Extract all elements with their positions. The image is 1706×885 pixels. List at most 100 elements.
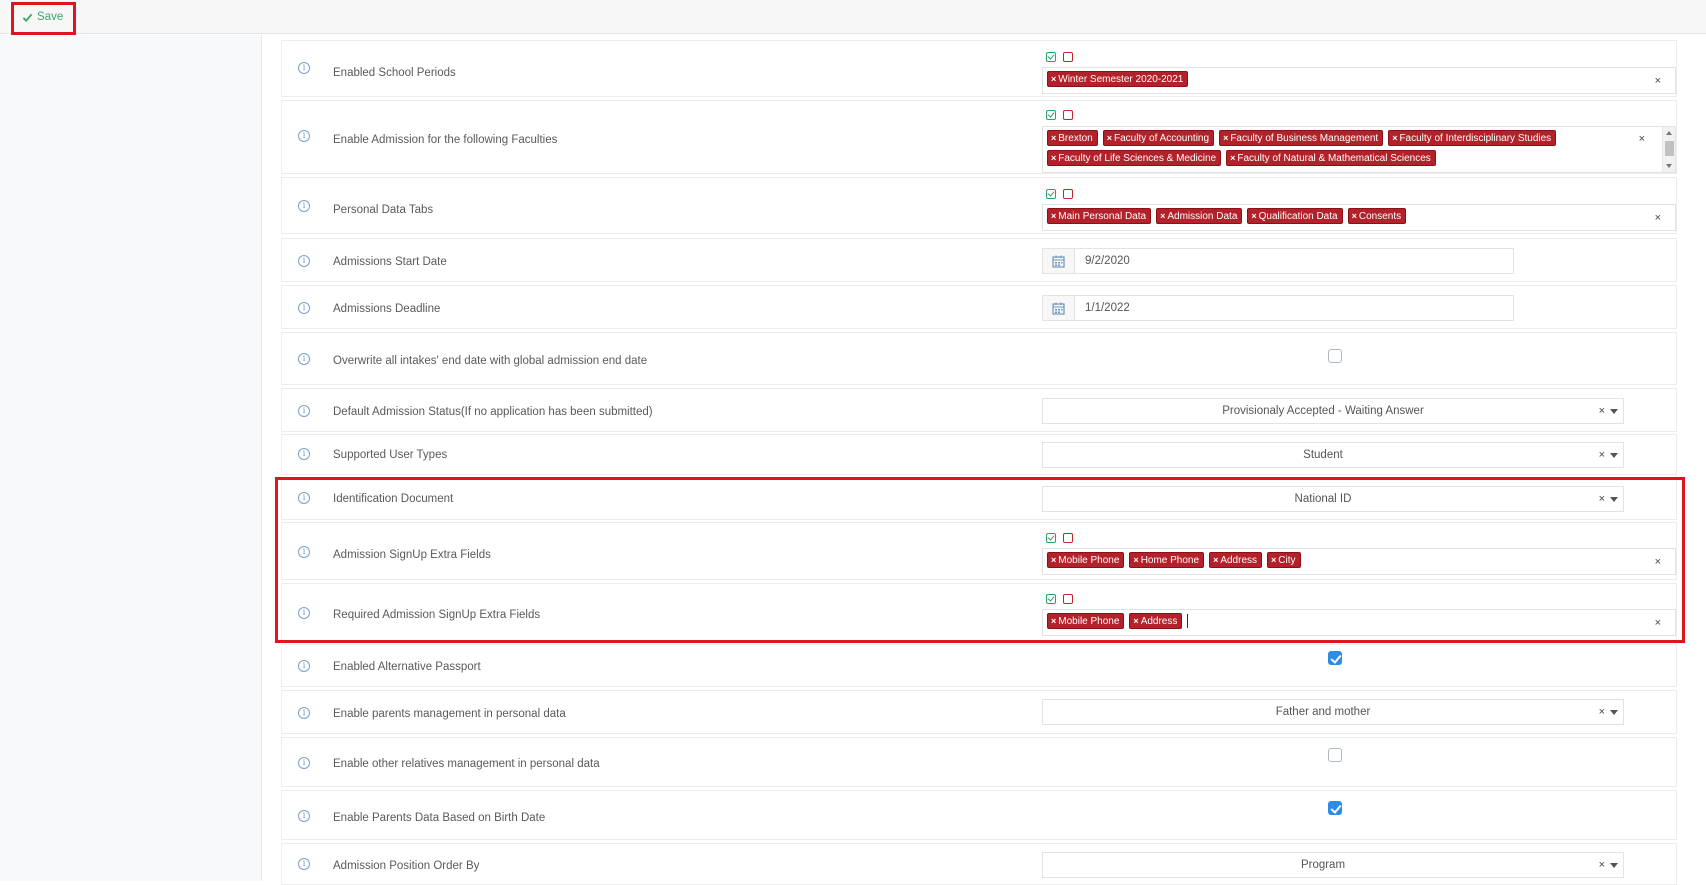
selected-value: Father and mother <box>1275 706 1371 718</box>
info-icon[interactable]: i <box>298 62 310 74</box>
remove-tag-icon[interactable]: × <box>1160 211 1165 221</box>
clear-icon[interactable]: × <box>1655 212 1661 224</box>
select-tools <box>1046 110 1073 120</box>
remove-tag-icon[interactable]: × <box>1251 211 1256 221</box>
chevron-down-icon[interactable] <box>1610 710 1618 715</box>
row-overwrite-end-date: i Overwrite all intakes' end date with g… <box>281 332 1677 385</box>
chevron-down-icon[interactable] <box>1610 863 1618 868</box>
selected-value: Student <box>1303 449 1343 461</box>
alt-passport-checkbox[interactable] <box>1328 651 1342 665</box>
highlight-box <box>275 477 1685 643</box>
setting-label: Default Admission Status(If no applicati… <box>333 406 653 418</box>
info-icon[interactable]: i <box>298 130 310 142</box>
tag[interactable]: × Qualification Data <box>1247 208 1343 224</box>
deselect-all-icon[interactable] <box>1063 52 1073 62</box>
top-toolbar: Save <box>0 0 1706 34</box>
row-faculties: i Enable Admission for the following Fac… <box>281 100 1677 174</box>
setting-label: Enabled School Periods <box>333 67 456 79</box>
info-icon[interactable]: i <box>298 660 310 672</box>
tag[interactable]: × Faculty of Natural & Mathematical Scien… <box>1226 150 1436 166</box>
tag[interactable]: × Winter Semester 2020-2021 <box>1047 71 1189 87</box>
info-icon[interactable]: i <box>298 302 310 314</box>
setting-label: Enable parents management in personal da… <box>333 708 566 720</box>
chevron-down-icon[interactable] <box>1610 409 1618 414</box>
info-icon[interactable]: i <box>298 353 310 365</box>
row-position-order: i Admission Position Order By Program × <box>281 843 1677 885</box>
clear-icon[interactable]: × <box>1655 75 1661 87</box>
user-types-select[interactable]: Student × <box>1042 442 1624 468</box>
remove-tag-icon[interactable]: × <box>1051 211 1056 221</box>
tag-list: × Winter Semester 2020-2021 <box>1047 71 1607 87</box>
remove-tag-icon[interactable]: × <box>1051 74 1056 84</box>
tag[interactable]: × Admission Data <box>1156 208 1243 224</box>
relatives-checkbox[interactable] <box>1328 748 1342 762</box>
clear-icon[interactable]: × <box>1599 405 1605 417</box>
remove-tag-icon[interactable]: × <box>1107 133 1112 143</box>
date-value: 9/2/2020 <box>1085 255 1130 267</box>
row-school-periods: i Enabled School Periods × Winter Semeste… <box>281 40 1677 97</box>
scroll-thumb[interactable] <box>1665 141 1674 156</box>
faculties-multiselect[interactable]: × Brexton × Faculty of Accounting × Faculty… <box>1042 126 1676 173</box>
row-personal-data-tabs: i Personal Data Tabs × Main Personal Data… <box>281 177 1677 234</box>
clear-icon[interactable]: × <box>1599 706 1605 718</box>
remove-tag-icon[interactable]: × <box>1223 133 1228 143</box>
clear-icon[interactable]: × <box>1599 449 1605 461</box>
info-icon[interactable]: i <box>298 707 310 719</box>
selected-value: Program <box>1300 859 1346 871</box>
tag[interactable]: × Faculty of Life Sciences & Medicine <box>1047 150 1222 166</box>
calendar-icon[interactable] <box>1043 249 1075 273</box>
date-value: 1/1/2022 <box>1085 302 1130 314</box>
tag[interactable]: × Main Personal Data <box>1047 208 1152 224</box>
deselect-all-icon[interactable] <box>1063 110 1073 120</box>
row-start-date: i Admissions Start Date 9/2/2020 <box>281 238 1677 282</box>
setting-label: Enable Parents Data Based on Birth Date <box>333 812 546 824</box>
deadline-input[interactable]: 1/1/2022 <box>1042 295 1514 321</box>
deselect-all-icon[interactable] <box>1063 189 1073 199</box>
parents-birth-checkbox[interactable] <box>1328 801 1342 815</box>
chevron-down-icon[interactable] <box>1610 453 1618 458</box>
remove-tag-icon[interactable]: × <box>1051 133 1056 143</box>
remove-tag-icon[interactable]: × <box>1392 133 1397 143</box>
setting-label: Supported User Types <box>333 449 448 461</box>
row-default-status: i Default Admission Status(If no applica… <box>281 388 1677 432</box>
info-icon[interactable]: i <box>298 255 310 267</box>
tag[interactable]: × Faculty of Interdisciplinary Studies <box>1388 130 1557 146</box>
row-parents-birth-date: i Enable Parents Data Based on Birth Dat… <box>281 790 1677 840</box>
info-icon[interactable]: i <box>298 200 310 212</box>
setting-label: Personal Data Tabs <box>333 204 434 216</box>
info-icon[interactable]: i <box>298 810 310 822</box>
scroll-up-icon[interactable] <box>1666 131 1672 135</box>
select-all-icon[interactable] <box>1046 52 1056 62</box>
scrollbar[interactable] <box>1662 127 1675 172</box>
scroll-down-icon[interactable] <box>1666 164 1672 168</box>
parents-management-select[interactable]: Father and mother × <box>1042 699 1624 725</box>
default-status-select[interactable]: Provisionaly Accepted - Waiting Answer × <box>1042 398 1624 424</box>
position-order-select[interactable]: Program × <box>1042 852 1624 878</box>
info-icon[interactable]: i <box>298 448 310 460</box>
calendar-icon[interactable] <box>1043 296 1075 320</box>
start-date-input[interactable]: 9/2/2020 <box>1042 248 1514 274</box>
info-icon[interactable]: i <box>298 858 310 870</box>
selected-value: Provisionaly Accepted - Waiting Answer <box>1222 405 1424 417</box>
select-all-icon[interactable] <box>1046 189 1056 199</box>
overwrite-checkbox[interactable] <box>1328 349 1342 363</box>
clear-icon[interactable]: × <box>1599 859 1605 871</box>
tag[interactable]: × Consents <box>1347 208 1407 224</box>
setting-label: Enable Admission for the following Facul… <box>333 134 558 146</box>
tag[interactable]: × Brexton <box>1047 130 1098 146</box>
clear-icon[interactable]: × <box>1639 133 1645 145</box>
info-icon[interactable]: i <box>298 757 310 769</box>
info-icon[interactable]: i <box>298 405 310 417</box>
row-alternative-passport: i Enabled Alternative Passport <box>281 644 1677 687</box>
remove-tag-icon[interactable]: × <box>1352 211 1357 221</box>
personal-tabs-multiselect[interactable]: × Main Personal Data × Admission Data × Qua… <box>1042 204 1676 231</box>
left-panel <box>0 35 262 881</box>
setting-label: Enabled Alternative Passport <box>333 661 481 673</box>
school-periods-multiselect[interactable]: × Winter Semester 2020-2021 × <box>1042 67 1676 94</box>
remove-tag-icon[interactable]: × <box>1051 153 1056 163</box>
remove-tag-icon[interactable]: × <box>1230 153 1235 163</box>
select-all-icon[interactable] <box>1046 110 1056 120</box>
save-highlight-box <box>11 2 76 35</box>
tag[interactable]: × Faculty of Business Management <box>1219 130 1384 146</box>
tag[interactable]: × Faculty of Accounting <box>1102 130 1215 146</box>
